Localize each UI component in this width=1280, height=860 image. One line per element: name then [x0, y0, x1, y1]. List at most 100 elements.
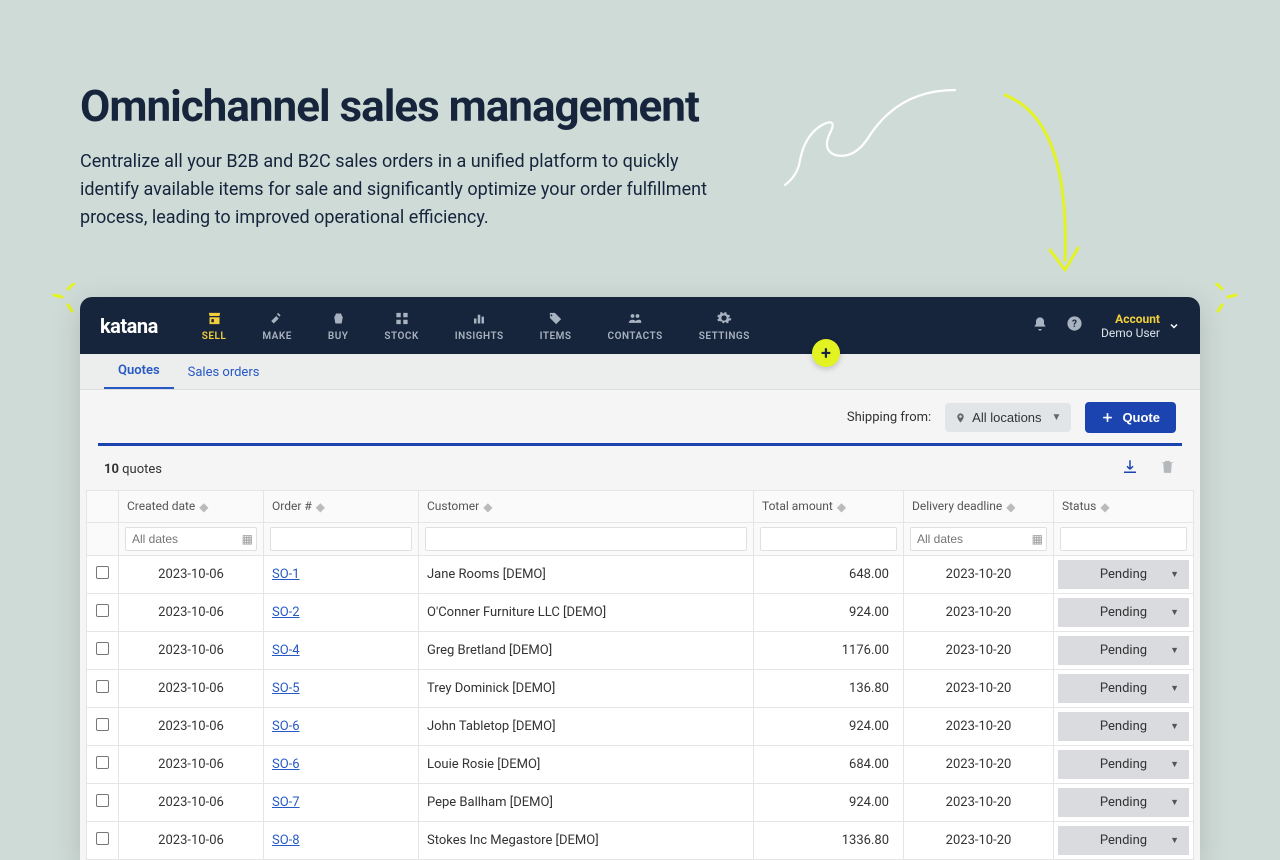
order-link[interactable]: SO-8 [272, 833, 300, 848]
status-dropdown[interactable]: Pending▼ [1058, 788, 1189, 817]
nav-label: STOCK [384, 331, 418, 342]
status-dropdown[interactable]: Pending▼ [1058, 560, 1189, 589]
nav-label: MAKE [262, 331, 292, 342]
table-row: 2023-10-06 SO-2 O'Conner Furniture LLC [DE… [87, 593, 1194, 631]
col-created[interactable]: Created date◆ [119, 491, 264, 523]
status-dropdown[interactable]: Pending▼ [1058, 712, 1189, 741]
col-status[interactable]: Status◆ [1054, 491, 1194, 523]
cell-customer: Stokes Inc Megastore [DEMO] [419, 821, 754, 859]
new-quote-button[interactable]: Quote [1085, 402, 1176, 433]
cell-customer: Trey Dominick [DEMO] [419, 669, 754, 707]
filter-deadline[interactable] [910, 527, 1047, 551]
row-checkbox[interactable] [96, 832, 109, 845]
nav-contacts[interactable]: CONTACTS [590, 297, 681, 354]
row-checkbox[interactable] [96, 718, 109, 731]
bell-icon[interactable] [1032, 316, 1048, 336]
row-checkbox[interactable] [96, 794, 109, 807]
col-amount[interactable]: Total amount◆ [754, 491, 904, 523]
location-text: All locations [972, 410, 1041, 425]
basket-icon [330, 309, 347, 327]
caret-down-icon: ▼ [1170, 645, 1179, 656]
add-fab-button[interactable]: + [812, 339, 840, 367]
cell-deadline: 2023-10-20 [904, 593, 1054, 631]
order-link[interactable]: SO-2 [272, 605, 300, 620]
cell-customer: O'Conner Furniture LLC [DEMO] [419, 593, 754, 631]
decorative-burst-right-icon [1214, 283, 1244, 313]
order-link[interactable]: SO-6 [272, 719, 300, 734]
quotes-table: Created date◆ Order #◆ Customer◆ Total a… [86, 490, 1194, 860]
quote-button-label: Quote [1122, 410, 1160, 425]
caret-down-icon: ▼ [1170, 607, 1179, 618]
help-icon[interactable]: ? [1066, 315, 1083, 336]
caret-down-icon: ▼ [1170, 759, 1179, 770]
table-row: 2023-10-06SO-4Greg Bretland [DEMO]1176.0… [87, 631, 1194, 669]
table-row: 2023-10-06SO-7Pepe Ballham [DEMO]924.002… [87, 783, 1194, 821]
cell-customer: Jane Rooms [DEMO] [419, 555, 754, 593]
chevron-down-icon: ▼ [1052, 412, 1062, 423]
cell-amount: 924.00 [754, 707, 904, 745]
nav-items[interactable]: ITEMS [522, 297, 590, 354]
col-deadline[interactable]: Delivery deadline◆ [904, 491, 1054, 523]
toolbar: Shipping from: All locations ▼ Quote [80, 390, 1200, 443]
cell-deadline: 2023-10-20 [904, 555, 1054, 593]
account-label: Account [1101, 312, 1160, 326]
filter-customer[interactable] [425, 527, 747, 551]
filter-amount[interactable] [760, 527, 897, 551]
order-link[interactable]: SO-6 [272, 757, 300, 772]
trash-icon[interactable] [1159, 458, 1176, 480]
order-link[interactable]: SO-1 [272, 567, 300, 582]
download-icon[interactable] [1121, 458, 1139, 480]
store-icon [206, 309, 223, 327]
nav-settings[interactable]: SETTINGS [681, 297, 768, 354]
row-checkbox[interactable] [96, 642, 109, 655]
gear-icon [716, 309, 732, 327]
cell-amount: 648.00 [754, 555, 904, 593]
status-dropdown[interactable]: Pending▼ [1058, 636, 1189, 665]
pin-icon [955, 411, 966, 425]
table-row: 2023-10-06SO-6John Tabletop [DEMO]924.00… [87, 707, 1194, 745]
location-selector[interactable]: All locations ▼ [945, 403, 1071, 432]
nav-insights[interactable]: INSIGHTS [437, 297, 522, 354]
tag-icon [547, 309, 564, 327]
order-link[interactable]: SO-4 [272, 643, 300, 658]
hero-subtitle: Centralize all your B2B and B2C sales or… [80, 148, 720, 232]
nav-buy[interactable]: BUY [310, 297, 367, 354]
nav-sell[interactable]: SELL [184, 297, 245, 354]
row-checkbox[interactable] [96, 604, 109, 617]
tab-sales-orders[interactable]: Sales orders [174, 356, 274, 389]
chart-icon [471, 309, 487, 327]
filter-status[interactable] [1060, 527, 1187, 551]
plus-icon [1101, 411, 1114, 424]
cell-created: 2023-10-06 [119, 707, 264, 745]
nav-label: CONTACTS [608, 331, 663, 342]
people-icon [626, 309, 644, 327]
cell-created: 2023-10-06 [119, 593, 264, 631]
brand-logo[interactable]: katana [100, 314, 158, 338]
nav-make[interactable]: MAKE [244, 297, 310, 354]
row-checkbox[interactable] [96, 566, 109, 579]
account-menu[interactable]: Account Demo User [1101, 312, 1180, 340]
caret-down-icon: ▼ [1170, 721, 1179, 732]
filter-created[interactable] [125, 527, 257, 551]
main-nav: SELL MAKE BUY STOCK INSIGHTSITEMS CONTACTS SET… [184, 297, 768, 354]
order-link[interactable]: SO-5 [272, 681, 300, 696]
status-dropdown[interactable]: Pending▼ [1058, 674, 1189, 703]
row-checkbox[interactable] [96, 680, 109, 693]
row-checkbox[interactable] [96, 756, 109, 769]
nav-label: BUY [328, 331, 349, 342]
status-dropdown[interactable]: Pending▼ [1058, 826, 1189, 855]
col-order[interactable]: Order #◆ [264, 491, 419, 523]
cell-deadline: 2023-10-20 [904, 745, 1054, 783]
nav-stock[interactable]: STOCK [366, 297, 436, 354]
filter-order[interactable] [270, 527, 412, 551]
status-dropdown[interactable]: Pending▼ [1058, 750, 1189, 779]
caret-down-icon: ▼ [1170, 683, 1179, 694]
table-row: 2023-10-06SO-1Jane Rooms [DEMO]648.00202… [87, 555, 1194, 593]
account-user: Demo User [1101, 326, 1160, 340]
cell-deadline: 2023-10-20 [904, 707, 1054, 745]
status-dropdown[interactable]: Pending▼ [1058, 598, 1189, 627]
tab-quotes[interactable]: Quotes [104, 354, 174, 389]
cell-customer: Pepe Ballham [DEMO] [419, 783, 754, 821]
order-link[interactable]: SO-7 [272, 795, 300, 810]
col-customer[interactable]: Customer◆ [419, 491, 754, 523]
